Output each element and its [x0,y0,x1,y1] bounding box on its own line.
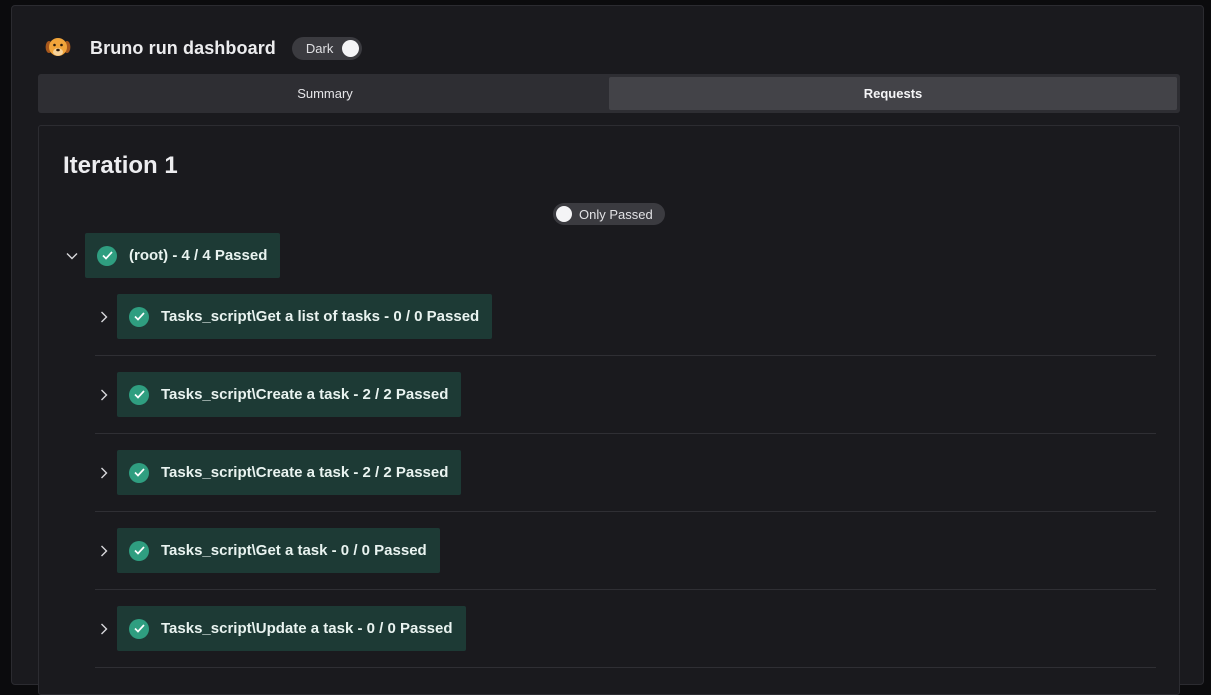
request-result-label: Tasks_script\Update a task - 0 / 0 Passe… [161,620,453,637]
chevron-right-icon[interactable] [94,307,114,327]
request-result-badge[interactable]: Tasks_script\Get a task - 0 / 0 Passed [117,528,440,573]
theme-toggle[interactable]: Dark [291,36,362,60]
request-result-badge[interactable]: Tasks_script\Create a task - 2 / 2 Passe… [117,372,462,417]
tab-requests[interactable]: Requests [609,77,1177,110]
only-passed-label: Only Passed [579,206,653,222]
row-divider [95,511,1156,512]
request-result-label: Tasks_script\Get a task - 0 / 0 Passed [161,542,427,559]
check-circle-icon [97,245,117,266]
chevron-down-icon[interactable] [62,246,82,266]
root-result-badge[interactable]: (root) - 4 / 4 Passed [85,233,281,278]
row-divider [95,355,1156,356]
row-divider [95,433,1156,434]
dashboard-window: Bruno run dashboard Dark Summary Request… [11,5,1204,695]
chevron-right-icon[interactable] [94,619,114,639]
app-title: Bruno run dashboard [90,37,276,58]
header: Bruno run dashboard Dark [43,28,362,68]
root-result-label: (root) - 4 / 4 Passed [129,247,268,264]
iteration-title: Iteration 1 [63,152,178,179]
chevron-right-icon[interactable] [94,541,114,561]
check-circle-icon [129,306,149,327]
only-passed-toggle[interactable]: Only Passed [553,203,665,225]
chevron-right-icon[interactable] [94,385,114,405]
row-divider [95,589,1156,590]
tab-summary[interactable]: Summary [41,77,609,110]
toggle-knob [556,206,572,222]
chevron-right-icon[interactable] [94,463,114,483]
check-circle-icon [129,618,149,639]
bruno-dog-logo-icon [43,33,73,63]
request-result-badge[interactable]: Tasks_script\Create a task - 2 / 2 Passe… [117,450,462,495]
request-result-label: Tasks_script\Get a list of tasks - 0 / 0… [161,308,480,325]
request-result-label: Tasks_script\Create a task - 2 / 2 Passe… [161,386,449,403]
theme-toggle-label: Dark [305,40,334,56]
request-result-badge[interactable]: Tasks_script\Get a list of tasks - 0 / 0… [117,294,493,339]
check-circle-icon [129,462,149,483]
tab-bar: Summary Requests [38,74,1180,113]
requests-panel: Iteration 1 Only Passed (root) - 4 / 4 P… [38,125,1180,695]
toggle-knob [341,39,359,57]
request-result-label: Tasks_script\Create a task - 2 / 2 Passe… [161,464,449,481]
check-circle-icon [129,384,149,405]
check-circle-icon [129,540,149,561]
request-result-badge[interactable]: Tasks_script\Update a task - 0 / 0 Passe… [117,606,466,651]
